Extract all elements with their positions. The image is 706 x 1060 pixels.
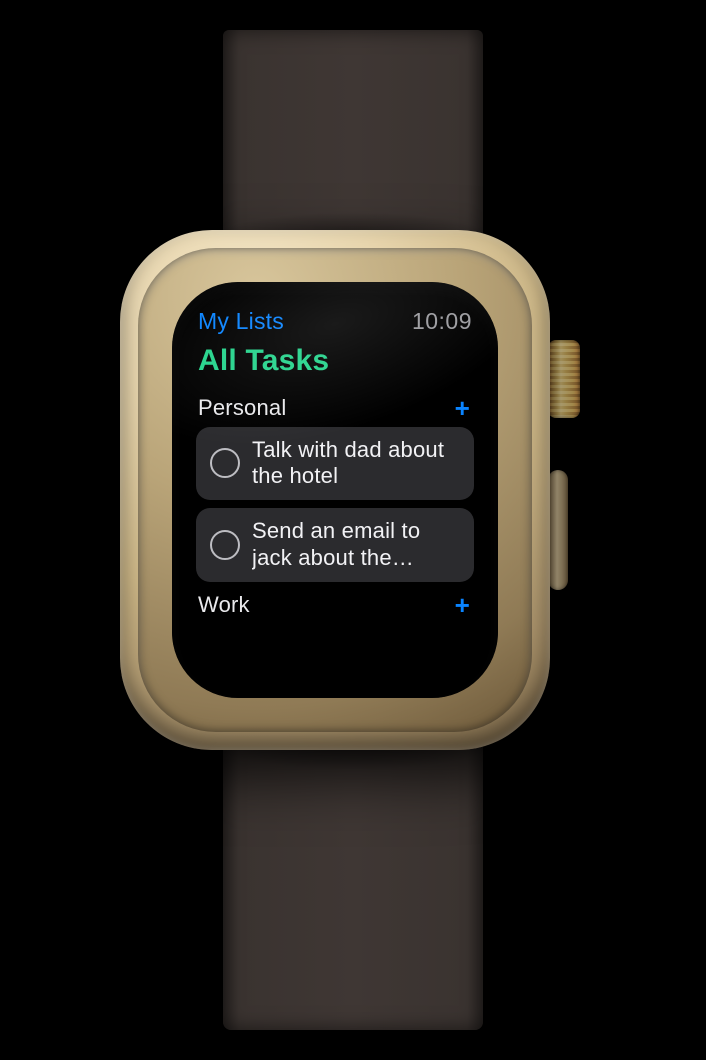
watch-band-bottom (223, 730, 483, 1030)
clock-time: 10:09 (412, 308, 472, 335)
watch-glass: My Lists 10:09 All Tasks Personal + Talk… (172, 282, 498, 698)
plus-icon[interactable]: + (455, 592, 470, 618)
task-label: Send an email to jack about the… (252, 518, 460, 572)
section-header-work: Work + (196, 590, 474, 624)
task-row[interactable]: Talk with dad about the hotel (196, 427, 474, 501)
watch-mockup: My Lists 10:09 All Tasks Personal + Talk… (0, 0, 706, 1060)
status-bar: My Lists 10:09 (196, 304, 474, 341)
task-row[interactable]: Send an email to jack about the… (196, 508, 474, 582)
digital-crown[interactable] (548, 340, 580, 418)
watch-case: My Lists 10:09 All Tasks Personal + Talk… (120, 230, 550, 750)
plus-icon[interactable]: + (455, 395, 470, 421)
unchecked-circle-icon[interactable] (210, 530, 240, 560)
back-link[interactable]: My Lists (198, 308, 284, 335)
page-title: All Tasks (196, 341, 474, 392)
section-title: Personal (198, 395, 286, 421)
watch-screen: My Lists 10:09 All Tasks Personal + Talk… (196, 304, 474, 676)
unchecked-circle-icon[interactable] (210, 448, 240, 478)
section-header-personal: Personal + (196, 393, 474, 427)
section-title: Work (198, 592, 250, 618)
task-label: Talk with dad about the hotel (252, 437, 460, 491)
watch-case-inner: My Lists 10:09 All Tasks Personal + Talk… (138, 248, 532, 732)
side-button[interactable] (548, 470, 568, 590)
